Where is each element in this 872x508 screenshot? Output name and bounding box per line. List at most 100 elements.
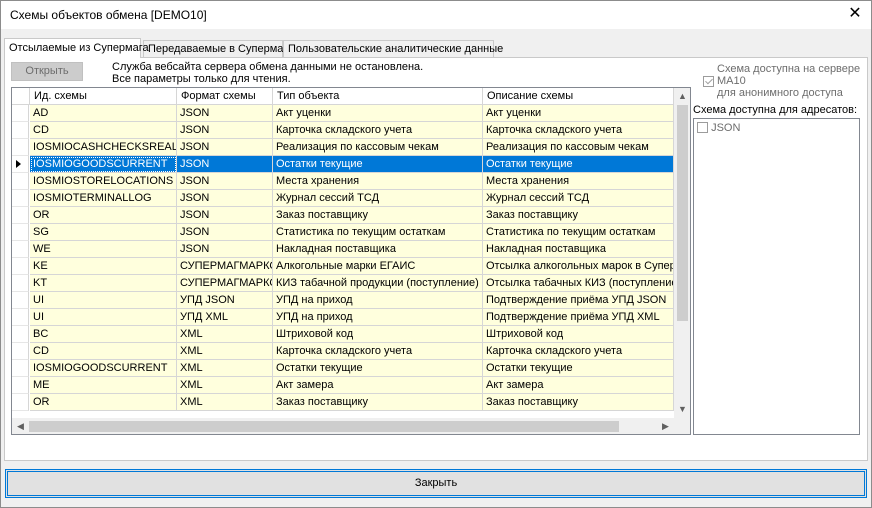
table-row[interactable]: UI УПД XML УПД на приход Подтверждение приё…: [12, 309, 674, 326]
cell-scheme-description[interactable]: Остатки текущие: [483, 156, 674, 173]
row-header[interactable]: [12, 190, 29, 207]
cell-object-type[interactable]: Карточка складского учета: [273, 122, 483, 139]
tab-sent-from-supermag[interactable]: Отсылаемые из Супермага: [4, 38, 149, 58]
row-header[interactable]: [12, 275, 29, 292]
anonymous-access-checkbox[interactable]: [703, 76, 714, 87]
cell-scheme-description[interactable]: Журнал сессий ТСД: [483, 190, 674, 207]
cell-scheme-format[interactable]: XML: [177, 343, 273, 360]
cell-object-type[interactable]: Заказ поставщику: [273, 207, 483, 224]
cell-object-type[interactable]: Реализация по кассовым чекам: [273, 139, 483, 156]
cell-object-type[interactable]: Места хранения: [273, 173, 483, 190]
cell-scheme-description[interactable]: Отсылка табачных КИЗ (поступление): [483, 275, 674, 292]
row-header[interactable]: [12, 207, 29, 224]
cell-scheme-description[interactable]: Места хранения: [483, 173, 674, 190]
cell-scheme-description[interactable]: Отсылка алкогольных марок в СуперМ.: [483, 258, 674, 275]
row-header[interactable]: [12, 122, 29, 139]
cell-object-type[interactable]: Статистика по текущим остаткам: [273, 224, 483, 241]
column-header-scheme-description[interactable]: Описание схемы: [483, 88, 674, 105]
row-header[interactable]: [12, 360, 29, 377]
cell-scheme-format[interactable]: JSON: [177, 105, 273, 122]
cell-scheme-format[interactable]: JSON: [177, 139, 273, 156]
table-row[interactable]: IOSMIOSTORELOCATIONS JSON Места хранения Ме…: [12, 173, 674, 190]
cell-scheme-format[interactable]: JSON: [177, 173, 273, 190]
cell-scheme-id[interactable]: WE: [30, 241, 177, 258]
column-header-scheme-id[interactable]: Ид. схемы: [30, 88, 177, 105]
vertical-scrollbar[interactable]: ▲ ▼: [674, 88, 690, 418]
cell-scheme-format[interactable]: УПД XML: [177, 309, 273, 326]
cell-scheme-id[interactable]: OR: [30, 394, 177, 411]
cell-scheme-id[interactable]: KE: [30, 258, 177, 275]
table-row[interactable]: KE СУПЕРМАГМАРКО Алкогольные марки ЕГАИС От…: [12, 258, 674, 275]
table-row[interactable]: IOSMIOTERMINALLOG JSON Журнал сессий ТСД Жу…: [12, 190, 674, 207]
scroll-down-icon[interactable]: ▼: [674, 401, 690, 418]
cell-scheme-id[interactable]: CD: [30, 343, 177, 360]
cell-object-type[interactable]: Акт уценки: [273, 105, 483, 122]
cell-object-type[interactable]: Алкогольные марки ЕГАИС: [273, 258, 483, 275]
cell-object-type[interactable]: УПД на приход: [273, 292, 483, 309]
cell-scheme-id[interactable]: IOSMIOTERMINALLOG: [30, 190, 177, 207]
table-row[interactable]: CD JSON Карточка складского учета Карточка …: [12, 122, 674, 139]
row-header[interactable]: [12, 343, 29, 360]
cell-scheme-format[interactable]: УПД JSON: [177, 292, 273, 309]
row-header[interactable]: [12, 139, 29, 156]
cell-scheme-description[interactable]: Статистика по текущим остаткам: [483, 224, 674, 241]
row-header[interactable]: [12, 309, 29, 326]
row-header[interactable]: [12, 156, 29, 173]
cell-scheme-description[interactable]: Штриховой код: [483, 326, 674, 343]
cell-scheme-id[interactable]: KT: [30, 275, 177, 292]
cell-scheme-id[interactable]: IOSMIOSTORELOCATIONS: [30, 173, 177, 190]
cell-scheme-description[interactable]: Реализация по кассовым чекам: [483, 139, 674, 156]
table-row[interactable]: WE JSON Накладная поставщика Накладная пост…: [12, 241, 674, 258]
cell-scheme-description[interactable]: Заказ поставщику: [483, 207, 674, 224]
cell-scheme-description[interactable]: Накладная поставщика: [483, 241, 674, 258]
cell-scheme-id[interactable]: IOSMIOGOODSCURRENT: [30, 156, 177, 173]
scroll-right-icon[interactable]: ▶: [657, 418, 674, 434]
row-header[interactable]: [12, 292, 29, 309]
open-button[interactable]: Открыть: [11, 62, 83, 81]
cell-scheme-format[interactable]: JSON: [177, 224, 273, 241]
cell-scheme-description[interactable]: Карточка складского учета: [483, 122, 674, 139]
cell-scheme-id[interactable]: IOSMIOCASHCHECKSREAL: [30, 139, 177, 156]
table-row[interactable]: IOSMIOGOODSCURRENT XML Остатки текущие Оста…: [12, 360, 674, 377]
close-icon[interactable]: ✕: [845, 4, 865, 24]
cell-scheme-format[interactable]: СУПЕРМАГМАРКО: [177, 275, 273, 292]
row-header[interactable]: [12, 173, 29, 190]
row-header[interactable]: [12, 105, 29, 122]
cell-scheme-format[interactable]: XML: [177, 326, 273, 343]
recipients-list[interactable]: JSON: [693, 118, 860, 435]
cell-scheme-description[interactable]: Подтверждение приёма УПД XML: [483, 309, 674, 326]
cell-object-type[interactable]: Карточка складского учета: [273, 343, 483, 360]
vertical-scroll-thumb[interactable]: [677, 105, 688, 321]
schemes-grid[interactable]: Ид. схемы Формат схемы Тип объекта Описа…: [11, 87, 691, 435]
cell-scheme-description[interactable]: Акт уценки: [483, 105, 674, 122]
recipient-checkbox[interactable]: [697, 122, 708, 133]
cell-scheme-id[interactable]: IOSMIOGOODSCURRENT: [30, 360, 177, 377]
row-header[interactable]: [12, 326, 29, 343]
table-row[interactable]: IOSMIOCASHCHECKSREAL JSON Реализация по ка…: [12, 139, 674, 156]
table-row[interactable]: CD XML Карточка складского учета Карточка с…: [12, 343, 674, 360]
row-header[interactable]: [12, 258, 29, 275]
scroll-left-icon[interactable]: ◀: [12, 418, 29, 434]
horizontal-scrollbar[interactable]: ◀ ▶: [12, 418, 674, 434]
horizontal-scroll-thumb[interactable]: [29, 421, 619, 432]
cell-scheme-format[interactable]: XML: [177, 394, 273, 411]
cell-scheme-id[interactable]: OR: [30, 207, 177, 224]
cell-scheme-format[interactable]: JSON: [177, 207, 273, 224]
table-row[interactable]: SG JSON Статистика по текущим остаткам Стат…: [12, 224, 674, 241]
cell-scheme-id[interactable]: UI: [30, 292, 177, 309]
column-header-object-type[interactable]: Тип объекта: [273, 88, 483, 105]
cell-scheme-format[interactable]: JSON: [177, 122, 273, 139]
table-row[interactable]: ME XML Акт замера Акт замера: [12, 377, 674, 394]
cell-object-type[interactable]: Акт замера: [273, 377, 483, 394]
table-row[interactable]: KT СУПЕРМАГМАРКО КИЗ табачной продукции (п…: [12, 275, 674, 292]
cell-scheme-id[interactable]: ME: [30, 377, 177, 394]
cell-object-type[interactable]: Остатки текущие: [273, 156, 483, 173]
close-button[interactable]: Закрыть: [5, 469, 867, 498]
cell-object-type[interactable]: Журнал сессий ТСД: [273, 190, 483, 207]
cell-scheme-format[interactable]: JSON: [177, 156, 273, 173]
cell-scheme-description[interactable]: Акт замера: [483, 377, 674, 394]
cell-object-type[interactable]: УПД на приход: [273, 309, 483, 326]
cell-object-type[interactable]: Заказ поставщику: [273, 394, 483, 411]
column-header-scheme-format[interactable]: Формат схемы: [177, 88, 273, 105]
cell-scheme-id[interactable]: CD: [30, 122, 177, 139]
